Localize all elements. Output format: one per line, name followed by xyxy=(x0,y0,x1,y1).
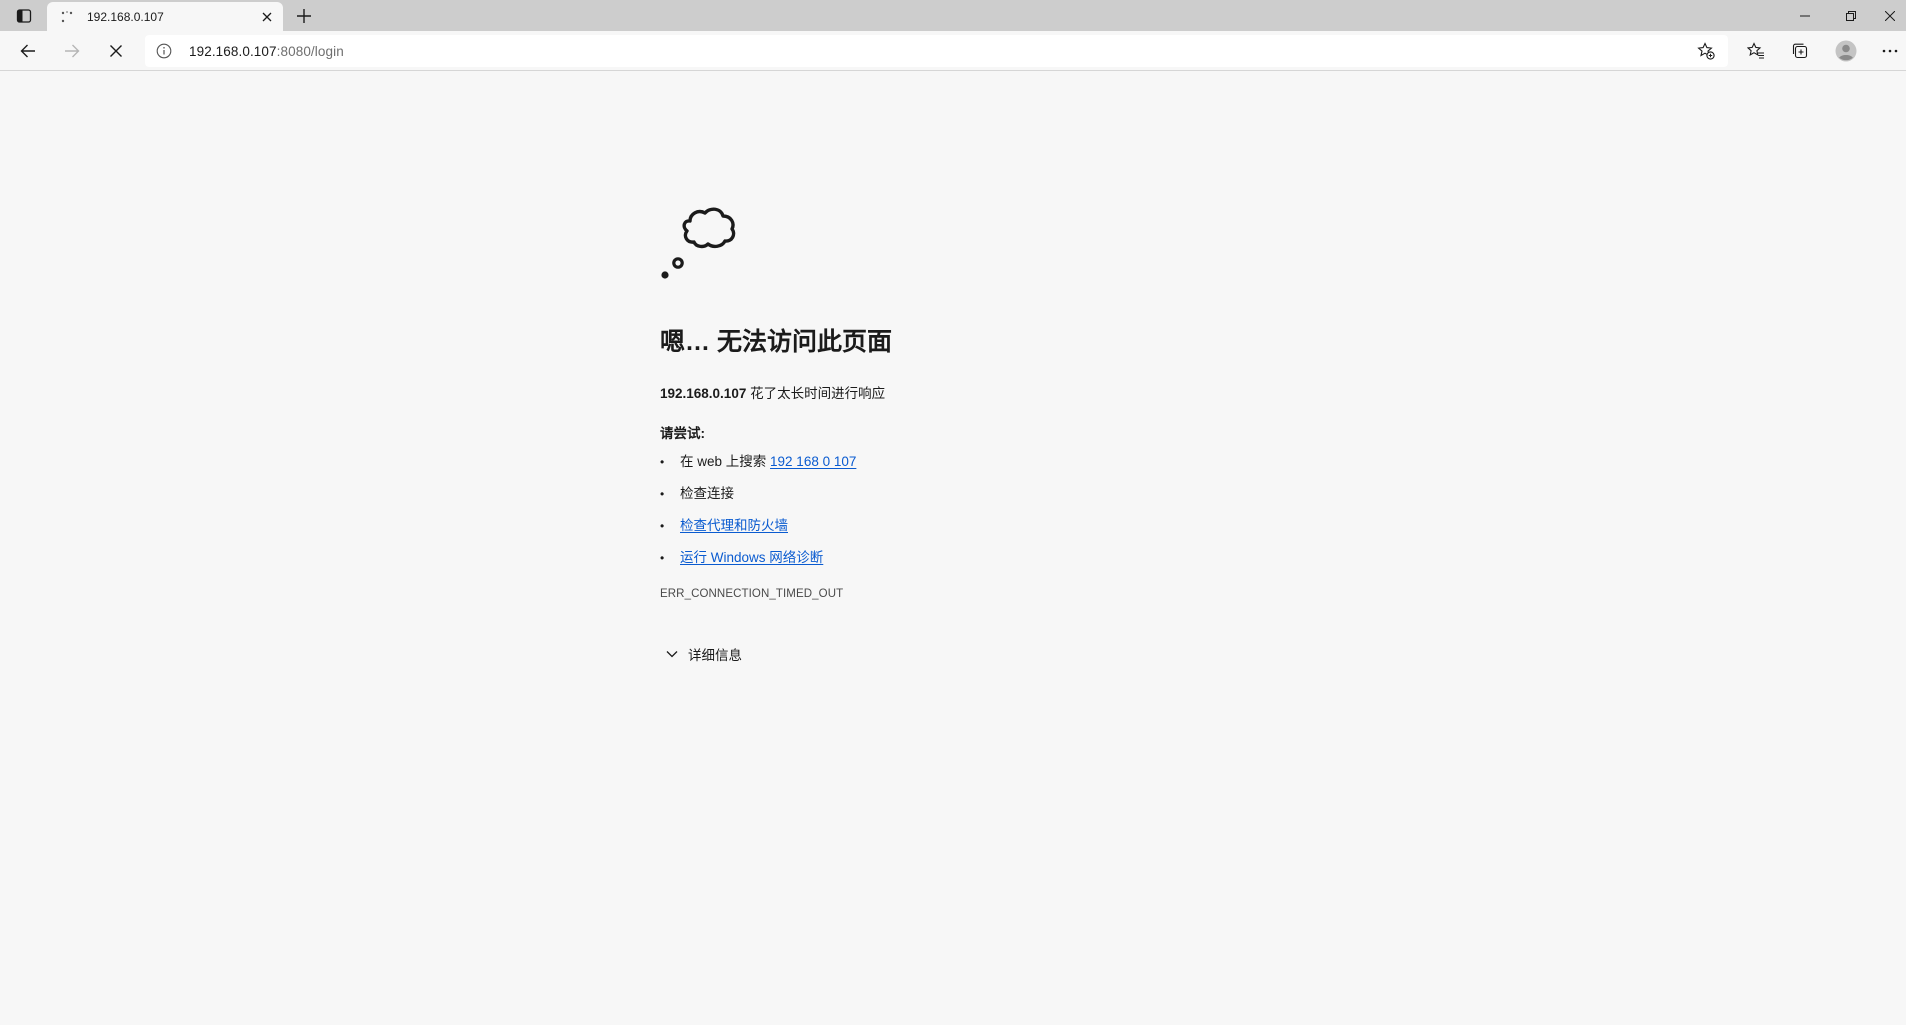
try-title: 请尝试: xyxy=(660,426,705,441)
search-web-link[interactable]: 192 168 0 107 xyxy=(770,454,856,469)
url-host: 192.168.0.107 xyxy=(189,43,277,59)
restore-button[interactable] xyxy=(1828,0,1874,31)
details-label: 详细信息 xyxy=(688,648,742,663)
error-heading: 嗯… 无法访问此页面 xyxy=(660,328,892,356)
url-text: 192.168.0.107:8080/login xyxy=(189,44,344,59)
address-bar[interactable]: 192.168.0.107:8080/login xyxy=(145,35,1728,67)
new-tab-button[interactable] xyxy=(290,3,318,29)
stop-icon xyxy=(110,45,122,57)
error-code: ERR_CONNECTION_TIMED_OUT xyxy=(660,588,844,600)
close-window-button[interactable] xyxy=(1874,0,1906,31)
minimize-button[interactable] xyxy=(1782,0,1828,31)
check-proxy-link[interactable]: 检查代理和防火墙 xyxy=(680,518,788,533)
loading-spinner-icon xyxy=(59,9,75,25)
error-page: 嗯… 无法访问此页面 192.168.0.107 花了太长时间进行响应 请尝试:… xyxy=(660,205,1360,664)
minimize-icon xyxy=(1800,15,1810,16)
info-icon xyxy=(156,43,172,59)
back-arrow-icon xyxy=(20,44,35,58)
thought-cloud-icon xyxy=(661,207,736,279)
suggestion-list: 在 web 上搜索 192 168 0 107 检查连接 检查代理和防火墙 运行… xyxy=(660,452,1360,580)
list-item: 运行 Windows 网络诊断 xyxy=(660,548,1360,580)
list-item: 检查代理和防火墙 xyxy=(660,516,1360,548)
search-prefix: 在 web 上搜索 xyxy=(680,454,771,469)
close-icon xyxy=(262,12,272,21)
collections-icon xyxy=(1792,43,1808,59)
tab-actions-icon xyxy=(16,9,32,23)
list-item: 在 web 上搜索 192 168 0 107 xyxy=(660,452,1360,484)
close-window-icon xyxy=(1885,10,1895,21)
tab-strip: 192.168.0.107 xyxy=(0,0,1906,31)
error-host: 192.168.0.107 xyxy=(660,386,747,401)
tab-title: 192.168.0.107 xyxy=(87,9,164,24)
forward-arrow-icon xyxy=(65,44,80,58)
stop-loading-button[interactable] xyxy=(100,36,132,66)
settings-more-button[interactable] xyxy=(1876,36,1904,66)
chevron-down-icon xyxy=(662,644,682,664)
browser-toolbar: 192.168.0.107:8080/login xyxy=(0,31,1906,71)
site-info-button[interactable] xyxy=(147,35,181,67)
forward-button[interactable] xyxy=(56,36,88,66)
restore-icon xyxy=(1846,10,1856,21)
profile-icon xyxy=(1835,40,1857,62)
tab-close-button[interactable] xyxy=(255,5,279,29)
error-reason: 192.168.0.107 花了太长时间进行响应 xyxy=(660,382,1360,402)
active-tab[interactable]: 192.168.0.107 xyxy=(47,2,283,31)
check-connection-text: 检查连接 xyxy=(680,486,734,501)
favorites-button[interactable] xyxy=(1740,36,1772,66)
run-diagnostics-link[interactable]: 运行 Windows 网络诊断 xyxy=(680,550,823,565)
tab-actions-button[interactable] xyxy=(10,4,38,28)
star-add-icon xyxy=(1697,42,1715,60)
favorites-icon xyxy=(1747,42,1764,59)
error-reason-text: 花了太长时间进行响应 xyxy=(746,386,886,401)
url-path: :8080/login xyxy=(276,43,344,59)
add-favorite-button[interactable] xyxy=(1694,39,1718,63)
profile-button[interactable] xyxy=(1830,36,1862,66)
back-button[interactable] xyxy=(12,36,44,66)
list-item: 检查连接 xyxy=(660,484,1360,516)
details-toggle[interactable]: 详细信息 xyxy=(660,644,1360,664)
plus-icon xyxy=(297,9,311,23)
collections-button[interactable] xyxy=(1784,36,1816,66)
ellipsis-icon xyxy=(1882,49,1898,53)
